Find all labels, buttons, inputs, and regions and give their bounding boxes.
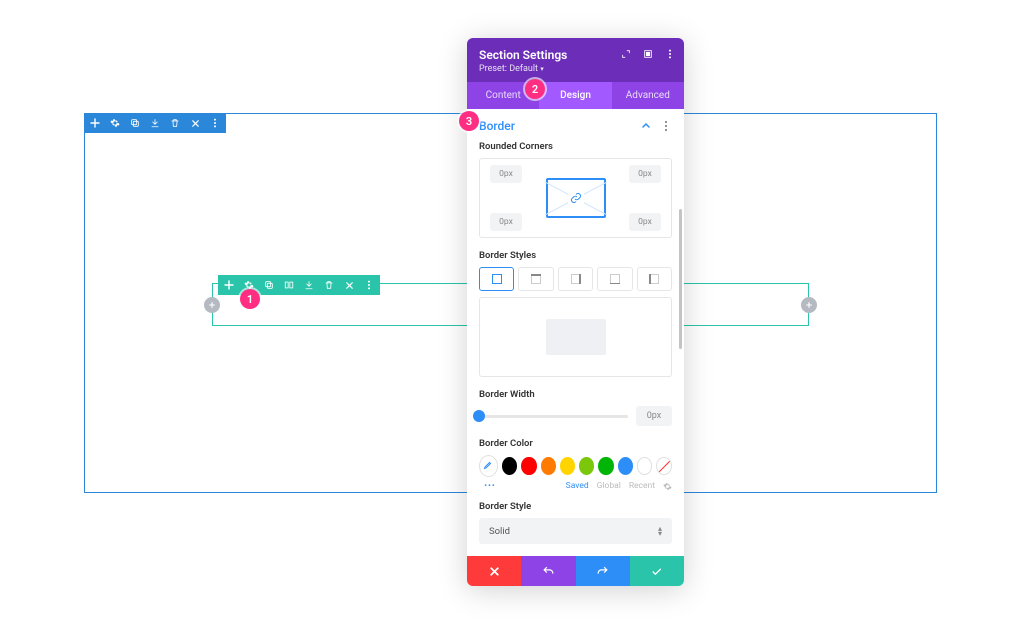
- row-more-icon[interactable]: [362, 278, 376, 292]
- section-delete-icon[interactable]: [168, 116, 182, 130]
- swatch-blue[interactable]: [618, 457, 633, 475]
- cancel-button[interactable]: [467, 556, 521, 586]
- border-style-select[interactable]: Solid ▴▾: [479, 518, 672, 544]
- section-toolbar: [84, 113, 226, 133]
- swatch-tab-global[interactable]: Global: [597, 481, 621, 491]
- redo-button[interactable]: [576, 556, 630, 586]
- row-columns-icon[interactable]: [282, 278, 296, 292]
- swatch-green[interactable]: [598, 457, 613, 475]
- tab-design[interactable]: Design: [539, 82, 611, 109]
- swatch-more-dots[interactable]: •••: [479, 481, 501, 491]
- border-side-selector: [479, 267, 672, 291]
- border-side-bottom[interactable]: [597, 267, 632, 291]
- section-title-border[interactable]: Border: [479, 119, 515, 133]
- step-badge-1: 1: [240, 289, 260, 309]
- section-more-icon[interactable]: [660, 120, 672, 132]
- panel-scrollbar[interactable]: [679, 209, 682, 349]
- swatch-red[interactable]: [521, 457, 536, 475]
- border-width-label: Border Width: [479, 389, 672, 400]
- row-add-right-handle[interactable]: [801, 297, 817, 313]
- corners-link-box[interactable]: [546, 178, 606, 218]
- swatch-lime[interactable]: [579, 457, 594, 475]
- section-close-icon[interactable]: [188, 116, 202, 130]
- tab-advanced[interactable]: Advanced: [612, 82, 684, 109]
- swatch-none[interactable]: [656, 457, 672, 475]
- section-more-icon[interactable]: [208, 116, 222, 130]
- border-style-value: Solid: [489, 526, 510, 537]
- step-badge-2: 2: [525, 79, 545, 99]
- corner-bl-input[interactable]: 0px: [490, 213, 522, 231]
- corner-tr-input[interactable]: 0px: [629, 165, 661, 183]
- row-delete-icon[interactable]: [322, 278, 336, 292]
- border-side-right[interactable]: [558, 267, 593, 291]
- color-picker-button[interactable]: [479, 455, 498, 477]
- border-style-label: Border Style: [479, 501, 672, 512]
- row-add-left-handle[interactable]: [204, 297, 220, 313]
- step-badge-3: 3: [459, 111, 479, 131]
- border-width-slider[interactable]: [479, 415, 628, 418]
- row-duplicate-icon[interactable]: [262, 278, 276, 292]
- swatch-tab-saved[interactable]: Saved: [566, 481, 589, 491]
- settings-panel: Section Settings Preset: Default ▾ Conte…: [467, 38, 684, 586]
- border-preview-box: [546, 319, 606, 355]
- swatch-empty[interactable]: [637, 457, 653, 475]
- swatch-orange[interactable]: [541, 457, 556, 475]
- row-save-icon[interactable]: [302, 278, 316, 292]
- row-close-icon[interactable]: [342, 278, 356, 292]
- section-save-icon[interactable]: [148, 116, 162, 130]
- rounded-corners-widget: 0px 0px 0px 0px: [479, 158, 672, 238]
- section-duplicate-icon[interactable]: [128, 116, 142, 130]
- expand-icon[interactable]: [620, 48, 632, 60]
- section-settings-icon[interactable]: [108, 116, 122, 130]
- panel-header: Section Settings Preset: Default ▾: [467, 38, 684, 82]
- corner-tl-input[interactable]: 0px: [490, 165, 522, 183]
- border-side-top[interactable]: [518, 267, 553, 291]
- panel-footer: [467, 556, 684, 586]
- swatch-tab-recent[interactable]: Recent: [629, 481, 655, 491]
- panel-more-icon[interactable]: [664, 48, 676, 60]
- swatch-black[interactable]: [502, 457, 517, 475]
- snap-icon[interactable]: [642, 48, 654, 60]
- swatch-settings-icon[interactable]: [663, 482, 672, 491]
- panel-body: Border Rounded Corners 0px 0px 0px 0px B…: [467, 109, 684, 556]
- border-styles-label: Border Styles: [479, 250, 672, 261]
- select-chevron-icon: ▴▾: [658, 526, 662, 536]
- panel-preset[interactable]: Preset: Default ▾: [479, 64, 672, 74]
- slider-thumb[interactable]: [473, 410, 485, 422]
- row-add-icon[interactable]: [222, 278, 236, 292]
- border-side-left[interactable]: [637, 267, 672, 291]
- collapse-icon[interactable]: [640, 120, 652, 132]
- border-preview: [479, 297, 672, 377]
- undo-button[interactable]: [521, 556, 575, 586]
- link-icon: [568, 190, 584, 206]
- border-width-input[interactable]: 0px: [636, 406, 672, 426]
- color-swatch-row: [479, 455, 672, 477]
- section-add-icon[interactable]: [88, 116, 102, 130]
- swatch-yellow[interactable]: [560, 457, 575, 475]
- corner-br-input[interactable]: 0px: [629, 213, 661, 231]
- rounded-corners-label: Rounded Corners: [479, 141, 672, 152]
- border-side-all[interactable]: [479, 267, 514, 291]
- border-color-label: Border Color: [479, 438, 672, 449]
- save-button[interactable]: [630, 556, 684, 586]
- panel-tabs: Content Design Advanced: [467, 82, 684, 109]
